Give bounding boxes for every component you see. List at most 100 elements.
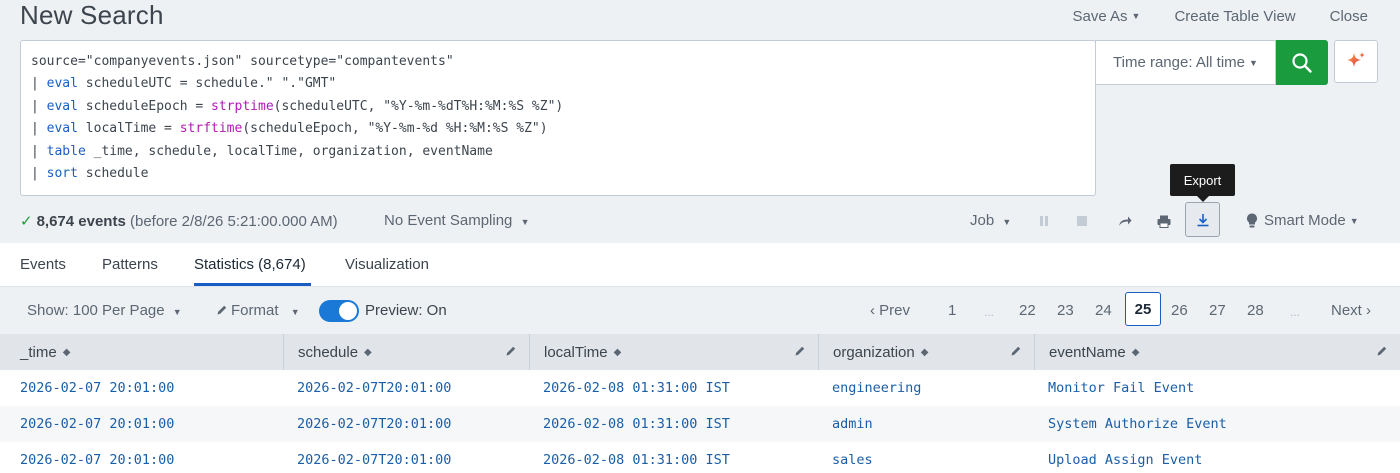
event-sampling-dropdown[interactable]: No Event Sampling ▼ (384, 212, 530, 229)
stop-icon (1077, 216, 1087, 226)
cell-time[interactable]: 2026-02-07 20:01:00 (20, 380, 174, 396)
ai-assistant-button[interactable] (1334, 40, 1378, 83)
column-header-localtime[interactable]: localTime ◆ (529, 334, 818, 370)
query-pipe: | (31, 166, 47, 182)
query-line-2: | eval scheduleUTC = schedule." "."GMT" (31, 73, 1085, 95)
per-page-dropdown[interactable]: Show: 100 Per Page ▼ (27, 302, 182, 319)
tab-events[interactable]: Events (20, 256, 66, 273)
create-table-view-button[interactable]: Create Table View (1174, 6, 1295, 26)
close-button[interactable]: Close (1330, 6, 1368, 26)
save-as-button[interactable]: Save As ▼ (1072, 6, 1140, 26)
query-function: strftime (179, 121, 243, 137)
event-count-value: 8,674 events (36, 213, 126, 230)
cell-eventname[interactable]: Upload Assign Event (1048, 452, 1202, 468)
print-button[interactable] (1154, 212, 1174, 230)
cell-organization[interactable]: sales (832, 452, 873, 468)
search-query-editor[interactable]: source="companyevents.json" sourcetype="… (20, 40, 1096, 196)
search-mode-dropdown[interactable]: Smart Mode ▼ (1246, 212, 1359, 229)
cell-localtime[interactable]: 2026-02-08 01:31:00 IST (543, 452, 730, 468)
table-header: _time ◆ schedule ◆ localTime ◆ organization… (0, 334, 1400, 370)
pager-page[interactable]: 24 (1095, 302, 1112, 319)
query-command: eval (46, 76, 78, 92)
cell-organization[interactable]: engineering (832, 380, 921, 396)
cell-eventname[interactable]: Monitor Fail Event (1048, 380, 1194, 396)
pager-page[interactable]: 27 (1209, 302, 1226, 319)
pager-ellipsis: ... (1290, 305, 1301, 319)
query-args: scheduleEpoch = (77, 98, 212, 114)
format-label: Format (231, 302, 279, 319)
results-controls: Show: 100 Per Page ▼ Format ▼ Preview: O… (0, 288, 1400, 334)
column-header-eventname[interactable]: eventName ◆ (1034, 334, 1400, 370)
query-pipe: | (31, 76, 47, 92)
stop-button[interactable] (1072, 212, 1092, 230)
edit-pencil-icon[interactable] (1376, 345, 1388, 357)
cell-time[interactable]: 2026-02-07 20:01:00 (20, 416, 174, 432)
search-button[interactable] (1276, 40, 1328, 85)
format-dropdown[interactable]: Format ▼ (216, 302, 300, 319)
preview-toggle[interactable] (319, 300, 359, 322)
pager-page[interactable]: 22 (1019, 302, 1036, 319)
pager-prev-button[interactable]: ‹ Prev (870, 302, 910, 319)
table-row: 2026-02-07 20:01:00 2026-02-07T20:01:00 … (0, 370, 1400, 406)
pager-ellipsis: ... (984, 305, 995, 319)
results-tabs: Events Patterns Statistics (8,674) Visua… (0, 243, 1400, 287)
column-label: _time (20, 343, 57, 361)
cell-schedule[interactable]: 2026-02-07T20:01:00 (297, 452, 451, 468)
cell-eventname[interactable]: System Authorize Event (1048, 416, 1227, 432)
tab-visualization[interactable]: Visualization (345, 256, 429, 273)
pager-page[interactable]: 23 (1057, 302, 1074, 319)
column-label: schedule (298, 343, 359, 361)
cell-schedule[interactable]: 2026-02-07T20:01:00 (297, 416, 451, 432)
sort-icon: ◆ (920, 346, 929, 358)
sort-icon: ◆ (613, 346, 622, 358)
query-args: (scheduleUTC, "%Y-%m-%dT%H:%M:%S %Z") (273, 98, 564, 114)
caret-down-icon: ▼ (520, 217, 530, 227)
cell-localtime[interactable]: 2026-02-08 01:31:00 IST (543, 416, 730, 432)
pager-page[interactable]: 28 (1247, 302, 1264, 319)
event-count-time: (before 2/8/26 5:21:00.000 AM) (125, 213, 338, 230)
column-header-organization[interactable]: organization ◆ (818, 334, 1034, 370)
query-line-5: | table _time, schedule, localTime, orga… (31, 141, 1085, 163)
preview-label: Preview: On (365, 302, 447, 319)
column-label: localTime (544, 343, 608, 361)
top-actions: Save As ▼ Create Table View Close (1072, 6, 1400, 26)
share-button[interactable] (1115, 212, 1135, 230)
search-mode-label: Smart Mode (1264, 212, 1346, 229)
per-page-label: Show: 100 Per Page (27, 302, 165, 319)
table-row: 2026-02-07 20:01:00 2026-02-07T20:01:00 … (0, 406, 1400, 442)
pause-button[interactable] (1034, 212, 1054, 230)
query-command: table (46, 143, 86, 159)
cell-organization[interactable]: admin (832, 416, 873, 432)
search-icon (1292, 52, 1312, 73)
event-count: ✓ 8,674 events (before 2/8/26 5:21:00.000… (20, 212, 338, 230)
caret-down-icon: ▼ (1249, 57, 1258, 68)
cell-schedule[interactable]: 2026-02-07T20:01:00 (297, 380, 451, 396)
caret-down-icon: ▼ (290, 307, 300, 317)
cell-time[interactable]: 2026-02-07 20:01:00 (20, 452, 174, 468)
tab-patterns[interactable]: Patterns (102, 256, 158, 273)
job-menu[interactable]: Job ▼ (970, 212, 1011, 229)
time-range-label: Time range: All time (1113, 54, 1246, 71)
column-header-schedule[interactable]: schedule ◆ (283, 334, 529, 370)
pager-current-page[interactable]: 25 (1125, 292, 1161, 326)
share-icon (1119, 216, 1132, 226)
pager-next-button[interactable]: Next › (1331, 302, 1371, 319)
chevron-right-icon: › (1361, 302, 1372, 319)
export-button[interactable] (1185, 202, 1220, 237)
caret-down-icon: ▼ (1002, 217, 1012, 227)
pager-page[interactable]: 1 (948, 302, 956, 319)
query-line-4: | eval localTime = strftime(scheduleEpoc… (31, 118, 1085, 140)
save-as-label: Save As (1072, 7, 1128, 25)
edit-pencil-icon[interactable] (1010, 345, 1022, 357)
time-range-picker[interactable]: Time range: All time ▼ (1095, 40, 1276, 85)
cell-localtime[interactable]: 2026-02-08 01:31:00 IST (543, 380, 730, 396)
tab-statistics[interactable]: Statistics (8,674) (194, 256, 306, 273)
column-header-time[interactable]: _time ◆ (0, 334, 283, 370)
pager-prev-label: Prev (879, 302, 911, 319)
caret-down-icon: ▼ (172, 307, 182, 317)
edit-pencil-icon[interactable] (505, 345, 517, 357)
pager-page[interactable]: 26 (1171, 302, 1188, 319)
query-args: schedule (77, 166, 149, 182)
edit-pencil-icon[interactable] (794, 345, 806, 357)
query-line-6: | sort schedule (31, 163, 1085, 185)
